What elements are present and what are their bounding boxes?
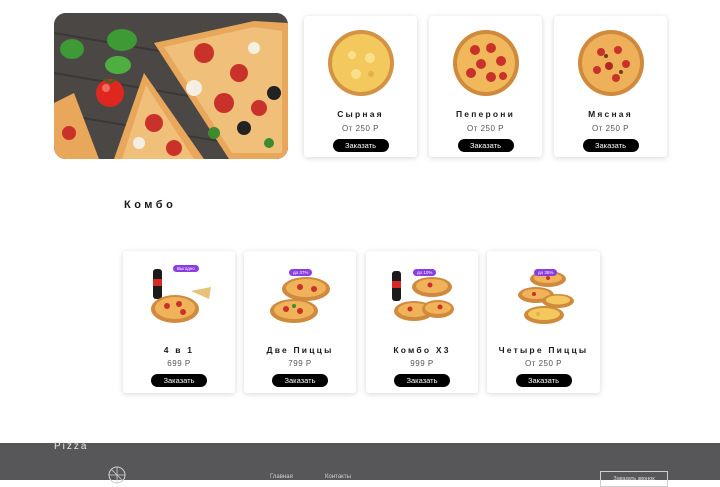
combo-4in1-icon (151, 269, 211, 323)
pizza-price: От 250 Р (591, 124, 629, 133)
pizza-logo-icon (108, 466, 126, 484)
footer-link-contacts[interactable]: Контакты (325, 474, 351, 480)
combo-section-title: Комбо (124, 199, 177, 211)
footer: Pizza Главная Контакты Заказать звонок (0, 441, 720, 487)
discount-badge: до 37% (289, 269, 313, 276)
pizza-name: Пеперони (455, 109, 516, 119)
pizza-name: Сырная (337, 109, 384, 119)
hero-pizza-illustration (54, 13, 288, 159)
combo-name: Четыре Пиццы (498, 345, 589, 355)
pizza-card-cheese: Сырная От 250 Р Заказать (304, 16, 417, 157)
order-button[interactable]: Заказать (272, 374, 328, 387)
combo-card-4in1: Выгодно 4 в 1 699 Р Заказать (123, 251, 235, 393)
pizza-card-meat: Мясная От 250 Р Заказать (554, 16, 667, 157)
combo-card-x3: до 10% Комбо Х3 999 Р Заказать (366, 251, 478, 393)
order-button[interactable]: Заказать (394, 374, 450, 387)
discount-badge: до 35% (534, 269, 558, 276)
discount-badge: Выгодно (173, 265, 199, 272)
order-button[interactable]: Заказать (151, 374, 207, 387)
combo-name: Две Пиццы (266, 345, 334, 355)
combo-price: 799 Р (288, 359, 312, 368)
hero-pizza-image (54, 13, 288, 159)
combo-card-four-pizzas: до 35% Четыре Пиццы От 250 Р Заказать (487, 251, 600, 393)
pizza-card-pepperoni: Пеперони От 250 Р Заказать (429, 16, 542, 157)
footer-logo[interactable]: Pizza (54, 441, 88, 452)
combo-card-two-pizzas: до 37% Две Пиццы 799 Р Заказать (244, 251, 356, 393)
order-button[interactable]: Заказать (332, 139, 389, 152)
cheese-pizza-icon (327, 30, 394, 96)
order-button[interactable]: Заказать (457, 139, 514, 152)
meat-pizza-icon (577, 30, 644, 96)
footer-call-button[interactable]: Заказать звонок (600, 471, 668, 487)
pepperoni-pizza-icon (452, 30, 519, 96)
discount-badge: до 10% (413, 269, 437, 276)
combo-price: 999 Р (410, 359, 434, 368)
pizza-price: От 250 Р (341, 124, 379, 133)
order-button[interactable]: Заказать (582, 139, 639, 152)
combo-name: 4 в 1 (163, 345, 195, 355)
order-button[interactable]: Заказать (515, 374, 572, 387)
pizza-price: От 250 Р (466, 124, 504, 133)
combo-price: 699 Р (167, 359, 191, 368)
combo-price: От 250 Р (524, 359, 562, 368)
pizza-name: Мясная (588, 109, 633, 119)
combo-name: Комбо Х3 (393, 345, 451, 355)
footer-link-home[interactable]: Главная (270, 474, 293, 480)
